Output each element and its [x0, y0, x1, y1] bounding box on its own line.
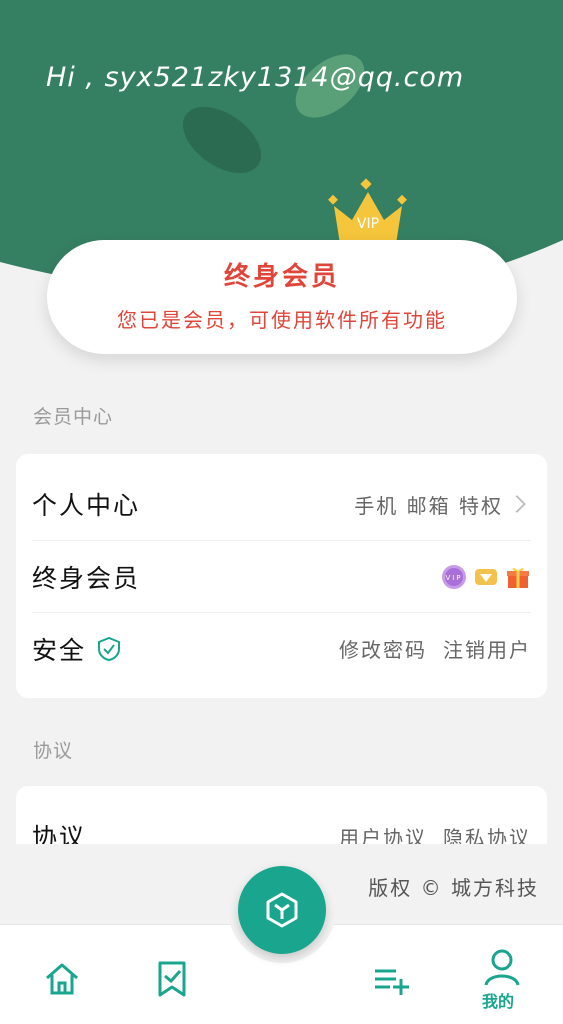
diamond-icon — [475, 568, 497, 585]
membership-title: 终身会员 — [223, 262, 340, 292]
section-label-member-center: 会员中心 — [33, 406, 114, 428]
chevron-right-icon — [515, 495, 526, 513]
nav-label-mine[interactable]: 我的 — [482, 988, 514, 1012]
row-label: 终身会员 — [32, 563, 141, 593]
membership-card: 终身会员 您已是会员，可使用软件所有功能 — [47, 240, 517, 354]
personal-center-hint: 手机 邮箱 特权 — [354, 493, 503, 518]
row-personal-center[interactable]: 个人中心 手机 邮箱 特权 — [32, 468, 531, 540]
vip-badge-icon: VIP — [442, 564, 466, 589]
row-label: 协议 — [32, 823, 87, 844]
bookmark-check-icon[interactable] — [152, 959, 192, 999]
vip-crown-icon: VIP — [328, 178, 407, 244]
membership-subtitle: 您已是会员，可使用软件所有功能 — [117, 308, 447, 332]
crown-vip-text: VIP — [357, 216, 379, 232]
row-security: 安全 修改密码 注销用户 — [32, 612, 531, 684]
center-action-button[interactable] — [238, 866, 326, 954]
playlist-add-icon[interactable] — [372, 959, 412, 999]
member-center-card: 个人中心 手机 邮箱 特权 终身会员 VIP 安全 修改密码 注销用户 — [16, 454, 547, 698]
copyright-text: 版权 © 城方科技 — [368, 876, 539, 900]
row-label: 安全 — [32, 635, 87, 665]
svg-text:VIP: VIP — [445, 574, 462, 582]
row-agreement: 协议 用户协议 隐私协议 — [32, 800, 531, 844]
deregister-user-link[interactable]: 注销用户 — [443, 634, 531, 663]
home-icon[interactable] — [42, 959, 82, 999]
section-label-agreement: 协议 — [33, 740, 74, 762]
user-agreement-link[interactable]: 用户协议 — [339, 822, 427, 845]
cube-icon — [266, 892, 298, 928]
row-label: 个人中心 — [32, 491, 141, 520]
agreement-card: 协议 用户协议 隐私协议 — [16, 786, 547, 844]
privacy-agreement-link[interactable]: 隐私协议 — [443, 822, 531, 845]
change-password-link[interactable]: 修改密码 — [339, 634, 427, 663]
user-icon[interactable] — [482, 947, 522, 987]
row-lifetime-member[interactable]: 终身会员 VIP — [32, 540, 531, 612]
greeting-text: Hi , syx521zky1314@qq.com — [46, 62, 465, 93]
gift-icon — [507, 567, 529, 588]
shield-check-icon — [98, 636, 121, 661]
